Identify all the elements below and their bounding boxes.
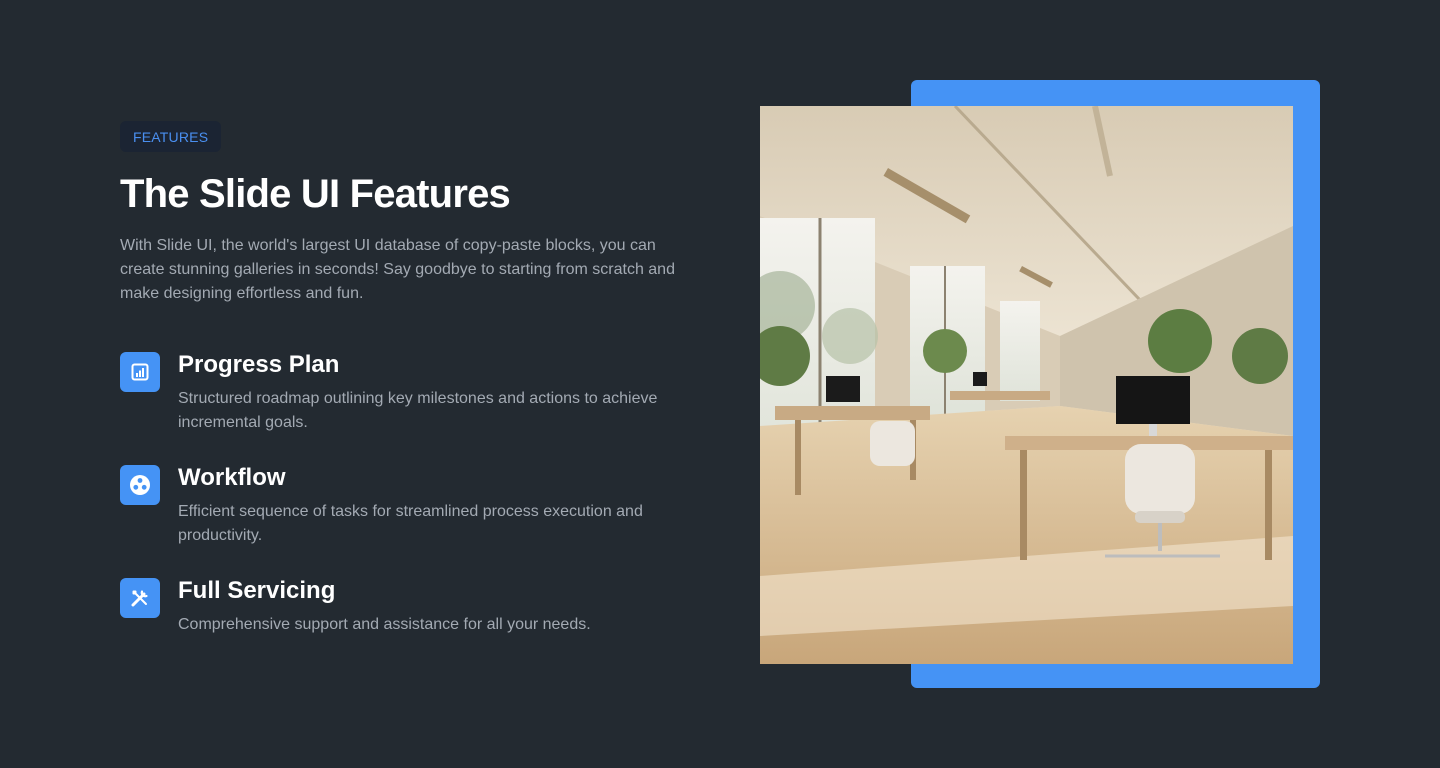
office-interior-photo (760, 106, 1293, 664)
feature-description: Comprehensive support and assistance for… (178, 616, 591, 633)
workflow-icon (120, 465, 160, 505)
feature-description: Structured roadmap outlining key milesto… (178, 390, 658, 431)
feature-item-progress-plan: Progress Plan Structured roadmap outlini… (120, 351, 700, 435)
chart-icon (120, 352, 160, 392)
feature-description: Efficient sequence of tasks for streamli… (178, 503, 643, 544)
section-badge: FEATURES (120, 121, 222, 152)
section-title: The Slide UI Features (120, 172, 511, 216)
feature-item-workflow: Workflow Efficient sequence of tasks for… (120, 464, 700, 548)
features-content: FEATURES The Slide UI Features With Slid… (120, 121, 700, 667)
feature-title: Workflow (178, 464, 286, 491)
feature-list: Progress Plan Structured roadmap outlini… (120, 351, 700, 637)
section-description: With Slide UI, the world's largest UI da… (120, 237, 675, 302)
feature-item-full-servicing: Full Servicing Comprehensive support and… (120, 577, 700, 637)
feature-title: Full Servicing (178, 577, 336, 604)
tools-icon (120, 578, 160, 618)
feature-title: Progress Plan (178, 351, 340, 378)
features-section: FEATURES The Slide UI Features With Slid… (0, 0, 1440, 768)
